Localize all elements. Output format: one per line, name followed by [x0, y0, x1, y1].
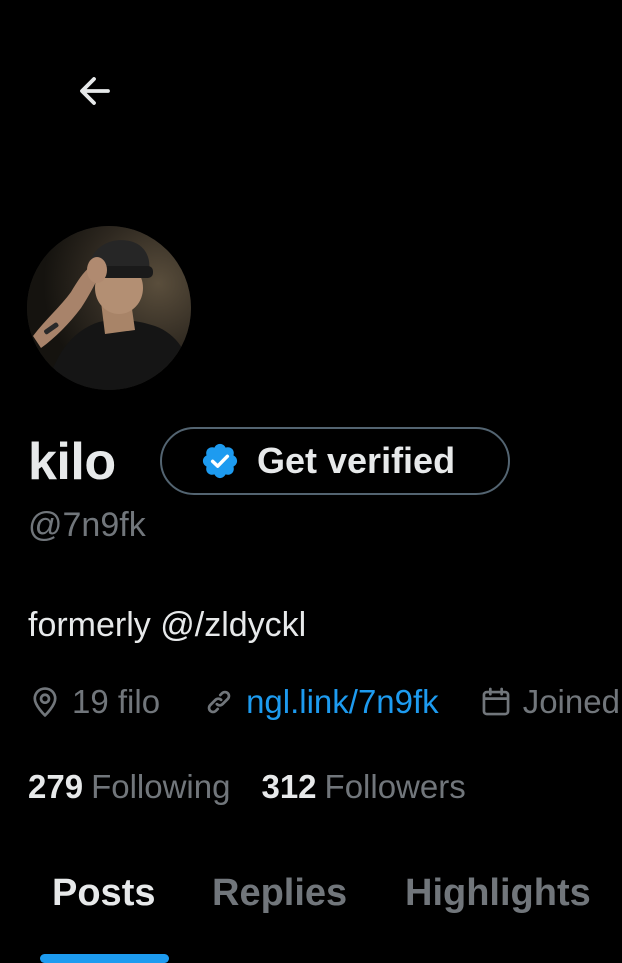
name-row: kilo [28, 426, 116, 498]
location-text: 19 filo [72, 683, 161, 720]
profile-meta: 19 filo ngl.link/7n9fk Joined [28, 678, 620, 726]
location-item: 19 filo [28, 683, 160, 721]
active-tab-indicator [40, 954, 169, 963]
profile-photo [27, 226, 191, 390]
follow-counts: 279 Following 312 Followers [28, 768, 466, 806]
tab-posts[interactable]: Posts [52, 872, 155, 915]
avatar[interactable] [27, 226, 191, 390]
calendar-icon [482, 687, 510, 716]
verified-badge-icon [200, 441, 240, 481]
followers-label: Followers [324, 768, 466, 805]
username-handle: @7n9fk [28, 506, 146, 544]
website-item[interactable]: ngl.link/7n9fk [202, 683, 439, 721]
display-name: kilo [28, 433, 116, 491]
back-button[interactable] [72, 68, 118, 114]
link-icon [207, 690, 231, 714]
arrow-left-icon [80, 77, 110, 105]
profile-bio: formerly @/zldyckl [28, 606, 307, 644]
get-verified-button[interactable]: Get verified [160, 427, 510, 495]
following-link[interactable]: 279 Following [28, 768, 230, 806]
following-label: Following [91, 768, 231, 805]
tab-highlights[interactable]: Highlights [405, 872, 591, 915]
website-link[interactable]: ngl.link/7n9fk [246, 683, 439, 721]
tab-replies[interactable]: Replies [212, 872, 347, 915]
followers-link[interactable]: 312 Followers [261, 768, 465, 806]
get-verified-label: Get verified [257, 440, 456, 481]
joined-text: Joined [522, 683, 620, 720]
joined-item: Joined [479, 683, 620, 721]
following-count: 279 [28, 768, 84, 805]
profile-tabs: Posts Replies Highlights [0, 852, 622, 963]
followers-count: 312 [261, 768, 317, 805]
location-pin-icon [33, 687, 57, 717]
